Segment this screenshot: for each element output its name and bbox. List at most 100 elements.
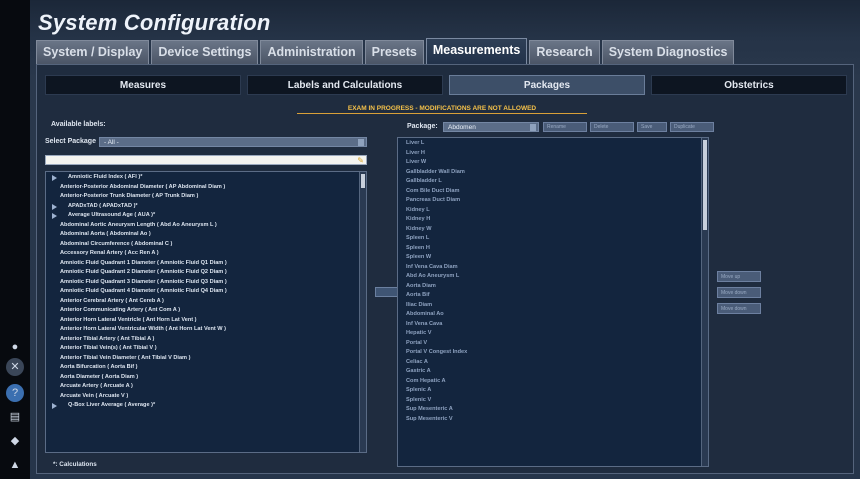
package-label-item[interactable]: Inf Vena Cava: [398, 320, 708, 330]
package-label-item[interactable]: Hepatic V: [398, 329, 708, 339]
package-label-item[interactable]: Aorta Bif: [398, 291, 708, 301]
available-label-item[interactable]: Arcuate Artery ( Arcuate A ): [46, 382, 366, 392]
available-label-item[interactable]: APADxTAD ( APADxTAD )*: [46, 202, 366, 212]
package-label-item[interactable]: Spleen H: [398, 244, 708, 254]
page-title: System Configuration: [38, 10, 271, 35]
available-label-item[interactable]: Anterior Tibial Vein Diameter ( Ant Tibi…: [46, 354, 366, 364]
package-dropdown[interactable]: Abdomen: [443, 122, 539, 132]
tab-system-display[interactable]: System / Display: [36, 40, 150, 64]
package-label-item[interactable]: Liver L: [398, 139, 708, 149]
duplicate-package-button[interactable]: Duplicate: [670, 122, 714, 132]
select-package-dropdown[interactable]: - All -: [99, 137, 367, 147]
package-label-item[interactable]: Sup Mesenteric V: [398, 415, 708, 425]
package-labels-scrollbar[interactable]: [701, 138, 708, 466]
package-label-item[interactable]: Spleen W: [398, 253, 708, 263]
available-label-item[interactable]: Aorta Bifurcation ( Aorta Bif ): [46, 363, 366, 373]
available-label-item[interactable]: Anterior-Posterior Trunk Diameter ( AP T…: [46, 192, 366, 202]
tab-administration[interactable]: Administration: [260, 40, 363, 64]
package-label-item[interactable]: Kidney W: [398, 225, 708, 235]
package-label-item[interactable]: Splenic V: [398, 396, 708, 406]
pencil-icon[interactable]: ✎: [357, 156, 364, 165]
tab-device-settings[interactable]: Device Settings: [151, 40, 259, 64]
package-label-item[interactable]: Portal V: [398, 339, 708, 349]
rename-package-button[interactable]: Rename: [543, 122, 587, 132]
package-label-item[interactable]: Liver W: [398, 158, 708, 168]
package-label-item[interactable]: Sup Mesenteric A: [398, 405, 708, 415]
available-label-item[interactable]: Anterior Horn Lateral Ventricular Width …: [46, 325, 366, 335]
package-label-item[interactable]: Celiac A: [398, 358, 708, 368]
available-label-text: Amniotic Fluid Index ( AFI )*: [68, 174, 143, 180]
available-label-text: Abdominal Aorta ( Abdominal Ao ): [60, 231, 151, 237]
expand-triangle-icon[interactable]: [52, 203, 57, 210]
available-label-item[interactable]: Anterior Horn Lateral Ventricle ( Ant Ho…: [46, 316, 366, 326]
package-label-item[interactable]: Iliac Diam: [398, 301, 708, 311]
available-label-item[interactable]: Amniotic Fluid Quadrant 3 Diameter ( Amn…: [46, 278, 366, 288]
available-labels-list[interactable]: Amniotic Fluid Index ( AFI )* Anterior-Po…: [45, 171, 367, 453]
tab-measurements[interactable]: Measurements: [425, 38, 528, 64]
available-label-item[interactable]: Abdominal Aorta ( Abdominal Ao ): [46, 230, 366, 240]
save-package-button[interactable]: Save: [637, 122, 667, 132]
package-label-item[interactable]: Spleen L: [398, 234, 708, 244]
user-icon[interactable]: ▲: [6, 456, 24, 474]
available-label-text: Aorta Bifurcation ( Aorta Bif ): [60, 364, 138, 370]
measurements-content-panel: Measures Labels and Calculations Package…: [36, 64, 854, 474]
available-label-text: APADxTAD ( APADxTAD )*: [68, 202, 138, 209]
package-label-item[interactable]: Abd Ao Aneurysm L: [398, 272, 708, 282]
label-search-input[interactable]: ✎: [45, 155, 367, 165]
available-label-item[interactable]: Average Ultrasound Age ( AUA )*: [46, 211, 366, 221]
available-label-item[interactable]: Anterior Tibial Vein(s) ( Ant Tibial V ): [46, 344, 366, 354]
available-label-item[interactable]: Amniotic Fluid Index ( AFI )*: [46, 173, 366, 183]
help-icon[interactable]: ?: [6, 384, 24, 402]
close-circle-icon[interactable]: ✕: [6, 358, 24, 376]
package-label-item[interactable]: Portal V Congest Index: [398, 348, 708, 358]
package-labels-list[interactable]: Liver L Liver H Liver W Gallbladder Wall Di…: [397, 137, 709, 467]
package-labels-scroll-thumb[interactable]: [703, 140, 707, 230]
available-label-item[interactable]: Aorta Diameter ( Aorta Diam ): [46, 373, 366, 383]
expand-triangle-icon[interactable]: [52, 175, 57, 181]
available-label-item[interactable]: Anterior-Posterior Abdominal Diameter ( …: [46, 183, 366, 193]
printer-icon[interactable]: ▤: [6, 408, 24, 426]
package-label-item[interactable]: Com Hepatic A: [398, 377, 708, 387]
available-labels-scroll-thumb[interactable]: [361, 174, 365, 188]
package-label-item[interactable]: Kidney L: [398, 206, 708, 216]
network-icon[interactable]: ●: [6, 338, 24, 356]
subtab-obstetrics[interactable]: Obstetrics: [651, 75, 847, 95]
available-label-item[interactable]: Amniotic Fluid Quadrant 2 Diameter ( Amn…: [46, 268, 366, 278]
expand-triangle-icon[interactable]: [52, 403, 57, 409]
tab-system-diagnostics[interactable]: System Diagnostics: [601, 40, 735, 64]
move-down-button-2[interactable]: Move down: [717, 303, 761, 314]
package-label-item[interactable]: Aorta Diam: [398, 282, 708, 292]
package-label-item[interactable]: Gallbladder L: [398, 177, 708, 187]
expand-triangle-icon[interactable]: [52, 213, 57, 219]
package-label-item[interactable]: Gallbladder Wall Diam: [398, 168, 708, 178]
tab-research[interactable]: Research: [529, 40, 600, 64]
subtab-packages[interactable]: Packages: [449, 75, 645, 95]
available-label-item[interactable]: Accessory Renal Artery ( Acc Ren A ): [46, 249, 366, 259]
available-label-item[interactable]: Q-Box Liver Average ( Average )*: [46, 401, 366, 411]
available-label-item[interactable]: Anterior Cerebral Artery ( Ant Cereb A ): [46, 297, 366, 307]
package-label-item[interactable]: Kidney H: [398, 215, 708, 225]
available-label-item[interactable]: Amniotic Fluid Quadrant 4 Diameter ( Amn…: [46, 287, 366, 297]
subtab-labels-calculations[interactable]: Labels and Calculations: [247, 75, 443, 95]
available-label-item[interactable]: Anterior Communicating Artery ( Ant Com …: [46, 306, 366, 316]
available-label-item[interactable]: Amniotic Fluid Quadrant 1 Diameter ( Amn…: [46, 259, 366, 269]
package-label-item[interactable]: Liver H: [398, 149, 708, 159]
delete-package-button[interactable]: Delete: [590, 122, 634, 132]
move-down-button[interactable]: Move down: [717, 287, 761, 298]
package-label-item[interactable]: Gastric A: [398, 367, 708, 377]
available-labels-scrollbar[interactable]: [359, 172, 366, 452]
move-up-button[interactable]: Move up: [717, 271, 761, 282]
available-label-item[interactable]: Abdominal Aortic Aneurysm Length ( Abd A…: [46, 221, 366, 231]
package-label-item[interactable]: Splenic A: [398, 386, 708, 396]
package-label-item[interactable]: Com Bile Duct Diam: [398, 187, 708, 197]
tab-presets[interactable]: Presets: [364, 40, 424, 64]
settings-icon[interactable]: ◆: [6, 432, 24, 450]
subtab-measures[interactable]: Measures: [45, 75, 241, 95]
package-label-item[interactable]: Abdominal Ao: [398, 310, 708, 320]
add-to-package-button[interactable]: [375, 287, 399, 297]
available-label-item[interactable]: Arcuate Vein ( Arcuate V ): [46, 392, 366, 402]
package-label-item[interactable]: Pancreas Duct Diam: [398, 196, 708, 206]
available-label-item[interactable]: Anterior Tibial Artery ( Ant Tibial A ): [46, 335, 366, 345]
package-label-item[interactable]: Inf Vena Cava Diam: [398, 263, 708, 273]
available-label-item[interactable]: Abdominal Circumference ( Abdominal C ): [46, 240, 366, 250]
